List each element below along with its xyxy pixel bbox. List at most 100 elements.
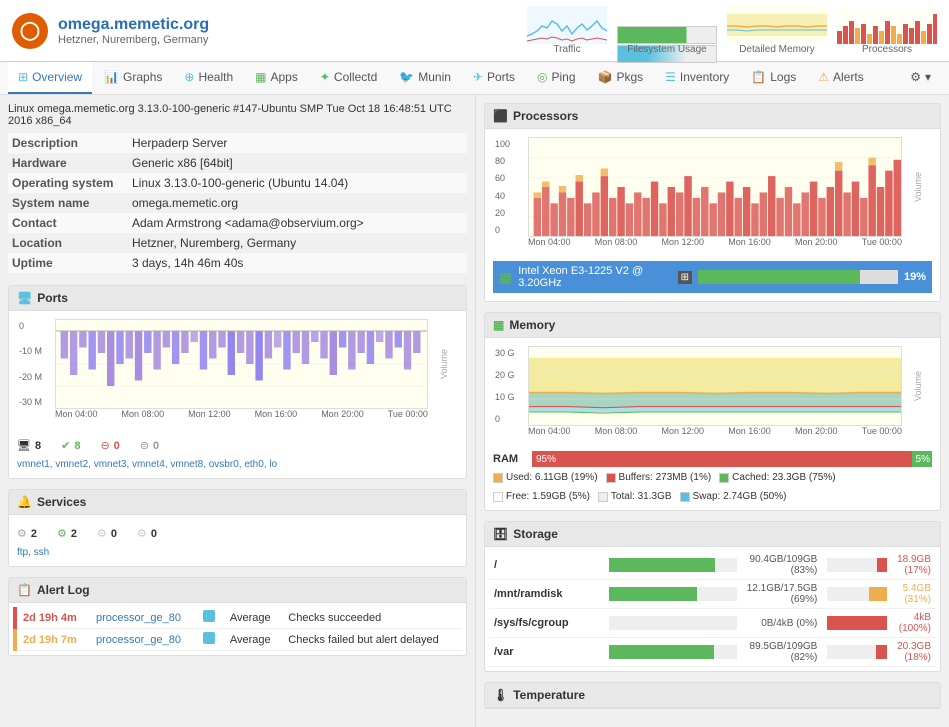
port-stat-up: ✔ 8: [61, 439, 80, 452]
interfaces-link[interactable]: vmnet1, vmnet2, vmnet3, vmnet4, vmnet8, …: [17, 459, 277, 470]
ram-used-pct: 95%: [536, 454, 556, 465]
info-row-hardware: Hardware Generic x86 [64bit]: [8, 153, 467, 173]
service-warn-icon: ⚙: [97, 527, 107, 540]
ram-label: RAM: [493, 453, 528, 465]
nav-munin[interactable]: 🐦 Munin: [389, 62, 461, 94]
storage-bar-ramdisk: [609, 587, 737, 601]
legend-buffers-icon: [606, 473, 616, 483]
ports-header: 🖥 Ports: [9, 286, 466, 311]
service-ignore-icon: ⚙: [137, 527, 147, 540]
legend-free-icon: [493, 492, 503, 502]
storage-used-root: [609, 558, 715, 572]
storage-used-ramdisk: [609, 587, 697, 601]
nav-pkgs[interactable]: 📦 Pkgs: [588, 62, 654, 94]
info-label-description: Description: [8, 133, 128, 153]
service-ignore-val: 0: [151, 528, 157, 540]
info-label-sysname: System name: [8, 193, 128, 213]
ports-header-icon: 🖥: [17, 291, 32, 305]
nav-graphs-label: Graphs: [123, 70, 162, 84]
alert-log-section: 📋 Alert Log 2d 19h 4m processor_ge_80 Av…: [8, 577, 467, 656]
nav-ports[interactable]: ✈ Ports: [463, 62, 525, 94]
health-icon: ⊕: [184, 70, 194, 84]
legend-swap-label: Swap: 2.74GB (50%): [693, 491, 787, 502]
nav-logs[interactable]: 📋 Logs: [741, 62, 806, 94]
proc-svg: [529, 138, 901, 236]
service-stat-ignore: ⚙ 0: [137, 527, 157, 540]
cpu-expand-icon[interactable]: ⊞: [678, 271, 692, 284]
nav-settings[interactable]: ⚙ ▾: [900, 62, 941, 94]
nav-collectd[interactable]: ✦ Collectd: [310, 62, 387, 94]
munin-icon: 🐦: [399, 70, 414, 84]
nav-logs-label: Logs: [770, 70, 796, 84]
port-up-value: 8: [74, 440, 80, 452]
info-value-description: Herpaderp Server: [128, 133, 467, 153]
service-icon-1: ⚙: [17, 527, 27, 540]
mem-chart: [528, 346, 902, 426]
storage-row-ramdisk: /mnt/ramdisk 12.1GB/17.5GB (69%): [489, 580, 936, 609]
port-interfaces[interactable]: vmnet1, vmnet2, vmnet3, vmnet4, vmnet8, …: [17, 459, 458, 470]
processors-header-icon: ⬛: [493, 109, 508, 123]
ram-usage-bar: 95% 5%: [532, 451, 932, 467]
px-6: Tue 00:00: [388, 409, 428, 429]
alert-status-0: Checks succeeded: [282, 607, 462, 629]
service-ok-val: 2: [71, 528, 77, 540]
storage-bar-root: [609, 558, 737, 572]
proc-right-axis: Volume: [904, 137, 932, 237]
port-down-value: 0: [114, 440, 120, 452]
main-navbar: ⊞ Overview 📊 Graphs ⊕ Health ▦ Apps ✦ Co…: [0, 62, 949, 95]
nav-apps[interactable]: ▦ Apps: [245, 62, 308, 94]
storage-other-bar-var: [822, 638, 892, 667]
ports-section: 🖥 Ports 0 -10 M -20 M -30 M: [8, 285, 467, 479]
storage-other-bar-cgroup: [822, 609, 892, 638]
alert-log-header: 📋 Alert Log: [9, 578, 466, 603]
processors-chart-mini: Processors: [837, 6, 937, 55]
legend-free-label: Free: 1.59GB (5%): [506, 491, 590, 502]
ports-volume-label: Volume: [439, 349, 449, 379]
ports-x-axis: Mon 04:00 Mon 08:00 Mon 12:00 Mon 16:00 …: [55, 409, 428, 429]
nav-inventory[interactable]: ☰ Inventory: [655, 62, 739, 94]
temperature-header-label: Temperature: [513, 688, 585, 702]
nav-alerts-label: Alerts: [833, 70, 864, 84]
nav-health[interactable]: ⊕ Health: [174, 62, 243, 94]
memory-header-icon: ▦: [493, 318, 504, 332]
info-row-description: Description Herpaderp Server: [8, 133, 467, 153]
alert-label-0: Average: [224, 607, 282, 629]
ports-header-label: Ports: [37, 291, 68, 305]
info-row-os: Operating system Linux 3.13.0-100-generi…: [8, 173, 467, 193]
info-row-uptime: Uptime 3 days, 14h 46m 40s: [8, 253, 467, 273]
storage-path-ramdisk: /mnt/ramdisk: [489, 580, 604, 609]
service-stats-row: ⚙ 2 ⚙ 2 ⚙ 0 ⚙ 0: [17, 523, 458, 544]
storage-header-icon: 🗄: [493, 527, 508, 541]
info-label-hardware: Hardware: [8, 153, 128, 173]
processors-svg: [837, 6, 937, 44]
service-stat-warn: ⚙ 0: [97, 527, 117, 540]
nav-alerts[interactable]: ⚠ Alerts: [808, 62, 873, 94]
storage-path-var: /var: [489, 638, 604, 667]
mem-x-axis: Mon 04:00 Mon 08:00 Mon 12:00 Mon 16:00 …: [528, 426, 902, 446]
services-body: ⚙ 2 ⚙ 2 ⚙ 0 ⚙ 0: [9, 515, 466, 566]
nav-overview[interactable]: ⊞ Overview: [8, 62, 92, 94]
storage-table: / 90.4GB/109GB (83%): [489, 551, 936, 667]
nav-graphs[interactable]: 📊 Graphs: [94, 62, 172, 94]
storage-body: / 90.4GB/109GB (83%): [485, 547, 940, 671]
proc-y-axis: 100 80 60 40 20 0: [493, 137, 528, 237]
alert-check-0: processor_ge_80: [90, 607, 197, 629]
nav-apps-label: Apps: [270, 70, 297, 84]
cpu-icon-squares: ▦: [499, 269, 512, 286]
filesystem-bar: [617, 26, 717, 44]
alerts-icon: ⚠: [818, 70, 829, 84]
info-value-sysname: omega.memetic.org: [128, 193, 467, 213]
legend-used-label: Used: 6.11GB (19%): [506, 472, 598, 483]
info-row-contact: Contact Adam Armstrong <adama@observium.…: [8, 213, 467, 233]
system-info-section: Linux omega.memetic.org 3.13.0-100-gener…: [8, 103, 467, 273]
mem-volume-label: Volume: [913, 371, 923, 401]
services-link[interactable]: ftp, ssh: [17, 547, 49, 558]
storage-other-bar-root-wrap: [827, 558, 887, 572]
nav-health-label: Health: [198, 70, 233, 84]
service-ok-icon: ⚙: [57, 527, 67, 540]
info-value-contact: Adam Armstrong <adama@observium.org>: [128, 213, 467, 233]
storage-other-size-root: 18.9GB (17%): [892, 551, 936, 580]
port-up-icon: ✔: [61, 439, 70, 452]
service-names[interactable]: ftp, ssh: [17, 547, 458, 558]
nav-ping[interactable]: ◎ Ping: [527, 62, 586, 94]
